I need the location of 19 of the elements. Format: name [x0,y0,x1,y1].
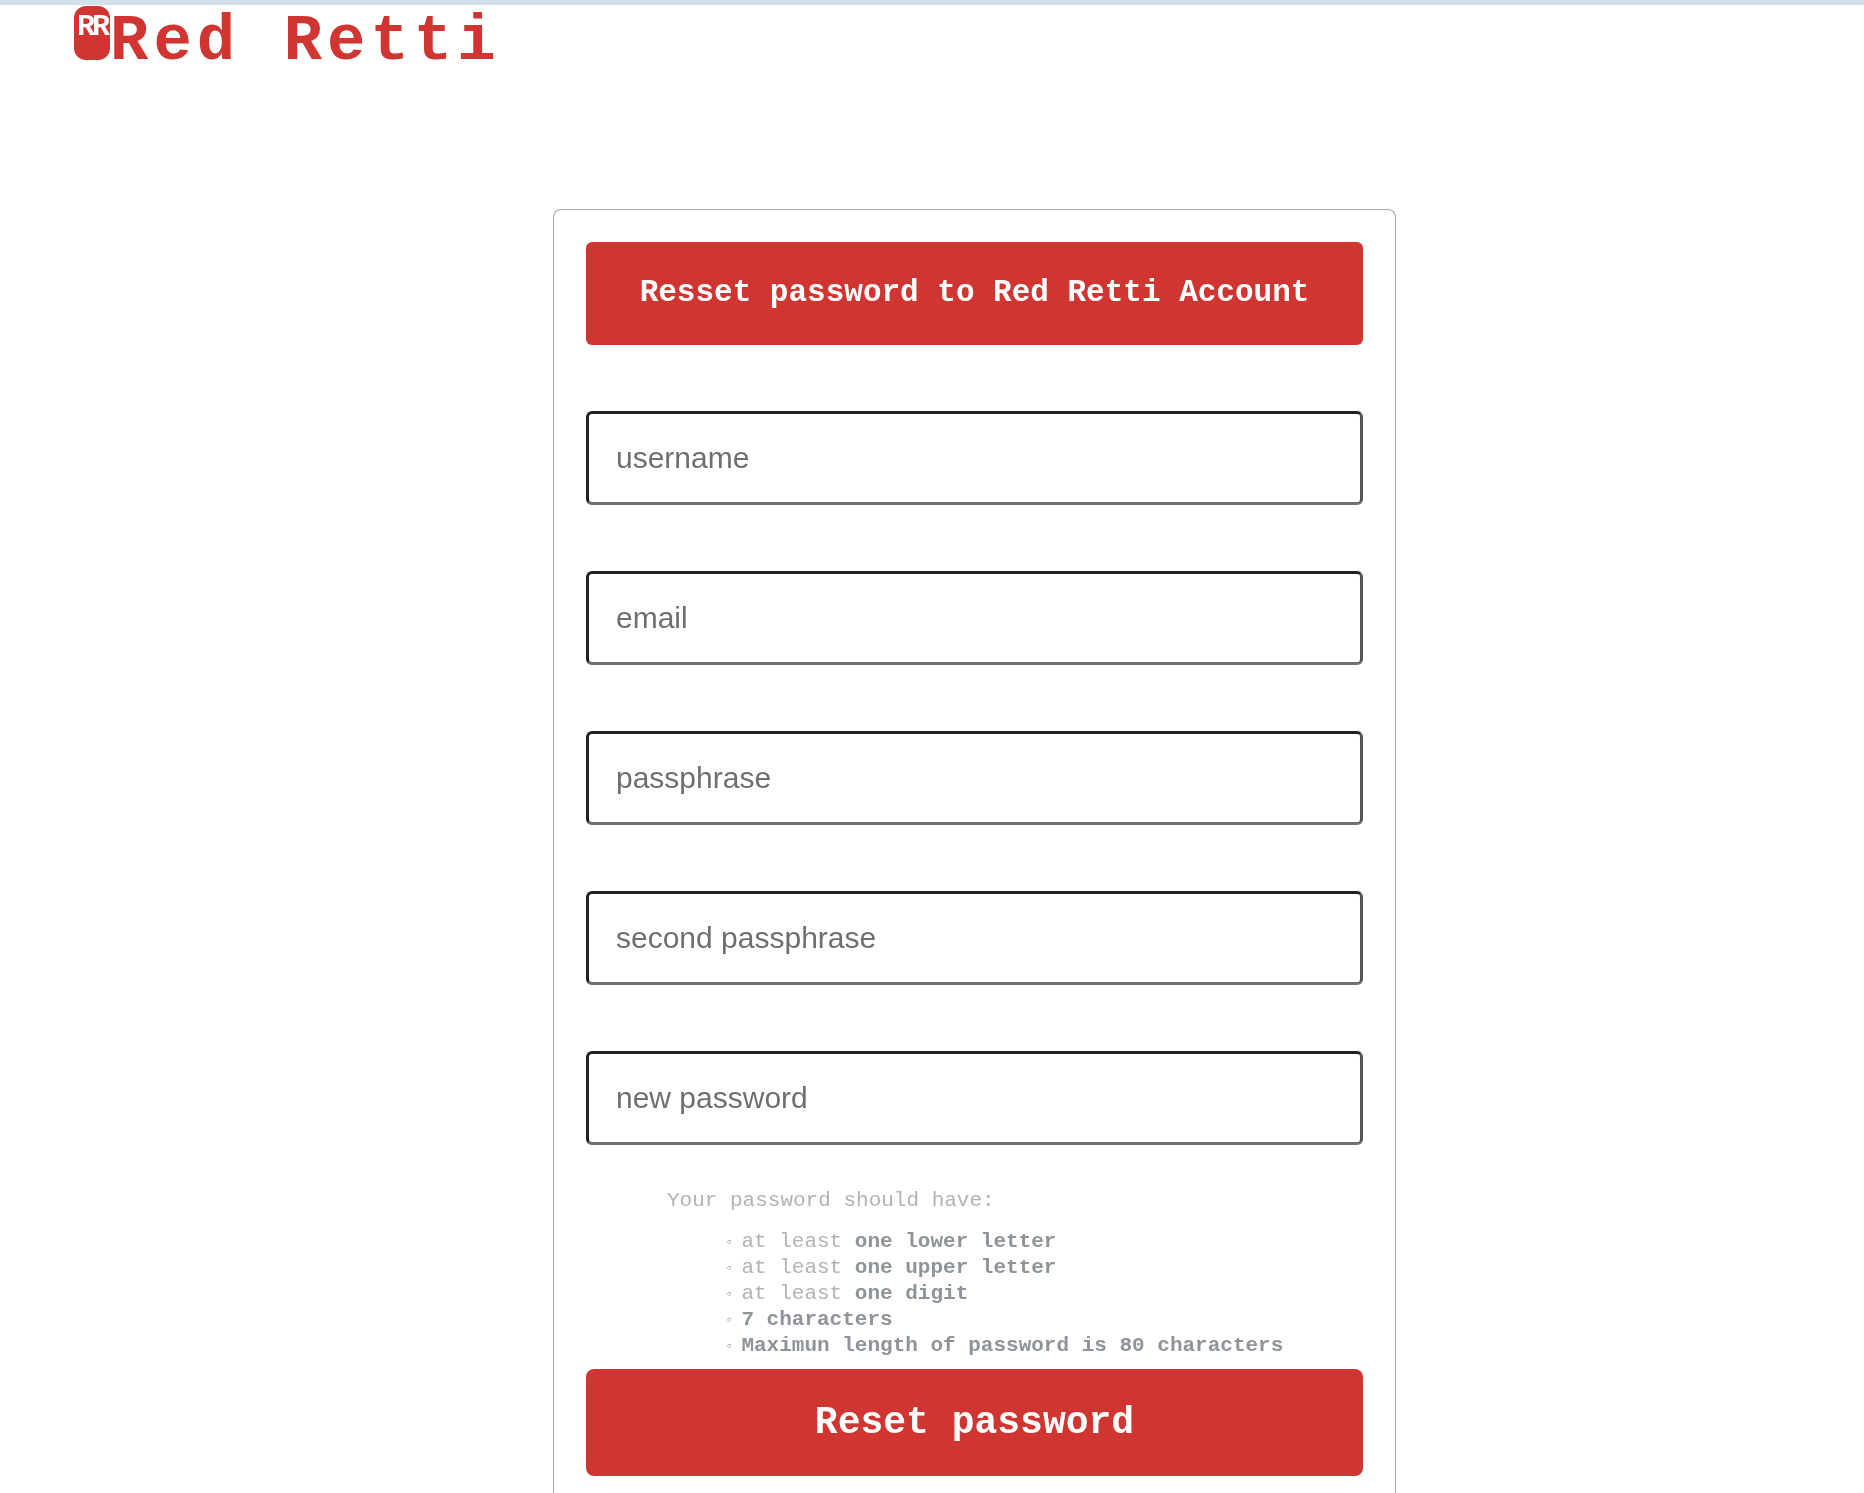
input-field[interactable]: new password [586,1051,1363,1145]
form-title: Resset password to Red Retti Account [586,242,1363,345]
bullet: ◦ [725,1232,734,1252]
input-field[interactable]: passphrase [586,731,1363,825]
input-field[interactable]: username [586,411,1363,505]
bullet: ◦ [725,1310,734,1330]
rule-item: Maximun length of password is 80 characters [741,1332,1284,1359]
input-field[interactable]: email [586,571,1363,665]
input-field[interactable]: second passphrase [586,891,1363,985]
rule-item: at least one lower letter [741,1228,1057,1255]
reset-password-button[interactable]: Reset password [586,1368,1363,1476]
rules-heading: Your password should have: [667,1188,996,1214]
rule-item: 7 characters [741,1306,893,1333]
bullet: ◦ [725,1336,734,1356]
rule-item: at least one digit [741,1280,969,1307]
logo-badge: RR [74,6,110,60]
bullet: ◦ [725,1284,734,1304]
rule-item: at least one upper letter [741,1254,1057,1281]
bullet: ◦ [725,1258,734,1278]
